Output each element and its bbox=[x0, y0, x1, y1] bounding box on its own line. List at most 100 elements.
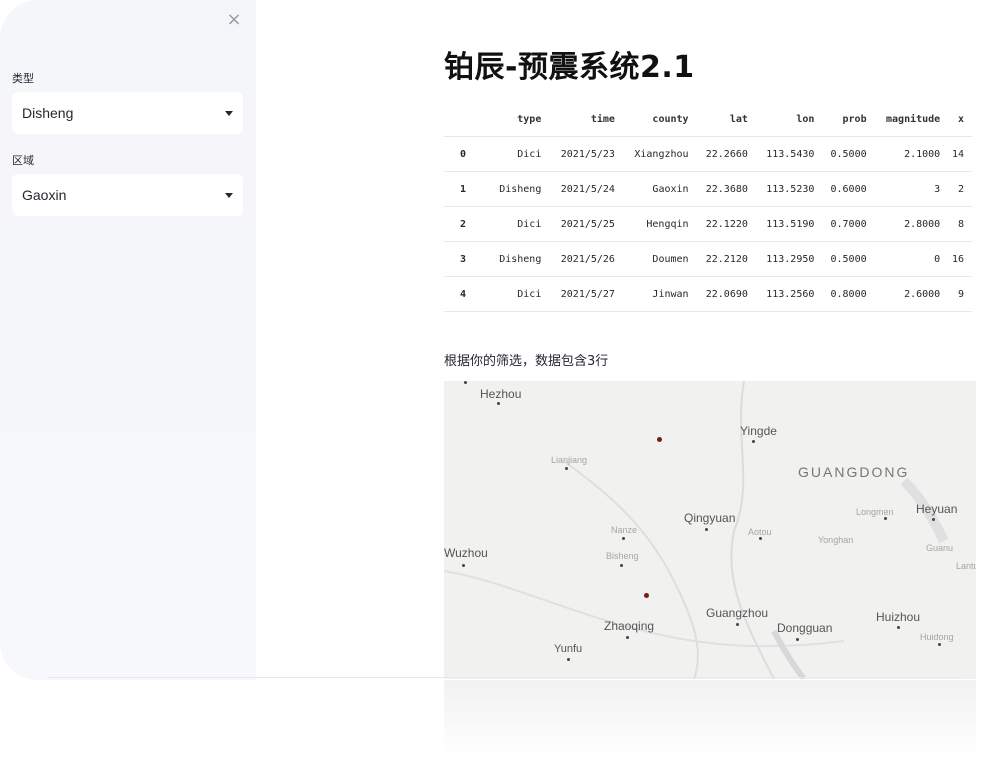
filter-result-caption: 根据你的筛选，数据包含3行 bbox=[444, 354, 609, 369]
table-cell: Hengqin bbox=[622, 206, 697, 242]
table-cell: 14 bbox=[948, 136, 972, 172]
table-cell: Disheng bbox=[490, 171, 550, 207]
map-label-city: Yunfu bbox=[554, 643, 583, 655]
map-label-city: Guangzhou bbox=[706, 606, 769, 620]
table-cell: 2 bbox=[444, 206, 490, 242]
table-header-row: type time county lat lon prob magnitude … bbox=[444, 102, 972, 137]
table-cell: 1 bbox=[444, 171, 490, 207]
map-label-town: Longmen bbox=[856, 507, 894, 517]
table-cell: 113.5430 bbox=[755, 136, 823, 172]
table-cell: 2021/5/24 bbox=[549, 171, 623, 207]
table-cell: 2 bbox=[948, 171, 972, 207]
table-row: 4 Dici 2021/5/27 Jinwan 22.0690 113.2560… bbox=[444, 276, 972, 312]
chevron-down-icon bbox=[225, 110, 233, 116]
page-title: 铂辰-预震系统2.1 bbox=[444, 50, 695, 85]
column-header[interactable]: x bbox=[948, 102, 972, 137]
table-cell: 2021/5/27 bbox=[549, 276, 623, 312]
table-cell: 2.8000 bbox=[874, 206, 949, 242]
table-cell: 22.2660 bbox=[696, 136, 756, 172]
app-window: × 类型 Disheng 区域 Gaoxin 铂辰-预震系统2.1 type t… bbox=[0, 0, 1000, 757]
table-cell: Xiangzhou bbox=[622, 136, 697, 172]
table-cell: Disheng bbox=[490, 241, 550, 277]
table-row: 3 Disheng 2021/5/26 Doumen 22.2120 113.2… bbox=[444, 241, 972, 277]
data-table: type time county lat lon prob magnitude … bbox=[444, 102, 972, 312]
map-label-town: Huidong bbox=[920, 632, 954, 642]
map-label-city: Hezhou bbox=[480, 387, 522, 401]
table-cell: 3 bbox=[874, 171, 949, 207]
map-reflection bbox=[444, 680, 976, 757]
table-cell: 22.1220 bbox=[696, 206, 756, 242]
map-label-town: Aotou bbox=[748, 527, 772, 537]
table-cell: 0 bbox=[874, 241, 949, 277]
map-label-city: Yingde bbox=[740, 424, 777, 438]
map-point[interactable] bbox=[657, 437, 662, 442]
column-header bbox=[444, 102, 490, 137]
map-view[interactable]: Hezhou Yingde Lianjiang GUANGDONG Qingyu… bbox=[444, 381, 976, 679]
table-cell: 0.5000 bbox=[822, 241, 875, 277]
sidebar: × 类型 Disheng 区域 Gaoxin bbox=[0, 0, 256, 680]
map-label-province: GUANGDONG bbox=[798, 464, 910, 480]
table-cell: 22.2120 bbox=[696, 241, 756, 277]
map-label-town: Lianjiang bbox=[551, 455, 588, 465]
table-cell: 2021/5/23 bbox=[549, 136, 623, 172]
type-select[interactable]: Disheng bbox=[12, 92, 243, 134]
table-cell: Gaoxin bbox=[622, 171, 697, 207]
table-cell: Dici bbox=[490, 206, 550, 242]
column-header[interactable]: type bbox=[490, 102, 550, 137]
table-row: 0 Dici 2021/5/23 Xiangzhou 22.2660 113.5… bbox=[444, 136, 972, 172]
map-label-city: Heyuan bbox=[916, 502, 958, 516]
column-header[interactable]: lon bbox=[755, 102, 823, 137]
table-cell: 113.5190 bbox=[755, 206, 823, 242]
column-header[interactable]: lat bbox=[696, 102, 756, 137]
map-label-city: Huizhou bbox=[876, 610, 921, 624]
map-label-city: Qingyuan bbox=[684, 511, 736, 525]
table-cell: 113.2950 bbox=[755, 241, 823, 277]
table-cell: Dici bbox=[490, 136, 550, 172]
type-select-value: Disheng bbox=[22, 105, 74, 121]
close-sidebar-icon[interactable]: × bbox=[226, 10, 242, 30]
table-cell: 8 bbox=[948, 206, 972, 242]
table-cell: 0.7000 bbox=[822, 206, 875, 242]
column-header[interactable]: prob bbox=[822, 102, 875, 137]
table-cell: 2.6000 bbox=[874, 276, 949, 312]
column-header[interactable]: county bbox=[622, 102, 697, 137]
table-cell: 2.1000 bbox=[874, 136, 949, 172]
table-cell: 9 bbox=[948, 276, 972, 312]
chevron-down-icon bbox=[225, 192, 233, 198]
table-cell: 22.0690 bbox=[696, 276, 756, 312]
column-header[interactable]: time bbox=[549, 102, 623, 137]
column-header[interactable]: magnitude bbox=[874, 102, 949, 137]
table-row: 1 Disheng 2021/5/24 Gaoxin 22.3680 113.5… bbox=[444, 171, 972, 207]
map-label-town: Guanu bbox=[926, 543, 954, 553]
table-cell: Doumen bbox=[622, 241, 697, 277]
table-cell: 16 bbox=[948, 241, 972, 277]
table-cell: Jinwan bbox=[622, 276, 697, 312]
map-label-town: Yonghan bbox=[818, 535, 854, 545]
region-label: 区域 bbox=[12, 154, 34, 167]
table-cell: 4 bbox=[444, 276, 490, 312]
region-select-value: Gaoxin bbox=[22, 187, 67, 203]
table-row: 2 Dici 2021/5/25 Hengqin 22.1220 113.519… bbox=[444, 206, 972, 242]
table-cell: 0.6000 bbox=[822, 171, 875, 207]
map-label-town: Nanze bbox=[611, 525, 638, 535]
map-terrain bbox=[444, 381, 949, 679]
map-label-town: Lantu bbox=[956, 561, 976, 571]
table-cell: 113.2560 bbox=[755, 276, 823, 312]
table-cell: 22.3680 bbox=[696, 171, 756, 207]
table-cell: 0.5000 bbox=[822, 136, 875, 172]
map-label-city: Dongguan bbox=[777, 621, 833, 635]
table-cell: 2021/5/25 bbox=[549, 206, 623, 242]
table-cell: 2021/5/26 bbox=[549, 241, 623, 277]
map-label-town: Bisheng bbox=[606, 551, 639, 561]
table-cell: 0.8000 bbox=[822, 276, 875, 312]
table-cell: Dici bbox=[490, 276, 550, 312]
map-point[interactable] bbox=[644, 593, 649, 598]
map-label-city: Zhaoqing bbox=[604, 619, 655, 633]
table-cell: 3 bbox=[444, 241, 490, 277]
map-label-city: Wuzhou bbox=[444, 546, 488, 560]
table-cell: 0 bbox=[444, 136, 490, 172]
table-cell: 113.5230 bbox=[755, 171, 823, 207]
region-select[interactable]: Gaoxin bbox=[12, 174, 243, 216]
type-label: 类型 bbox=[12, 72, 34, 85]
divider bbox=[48, 677, 960, 678]
